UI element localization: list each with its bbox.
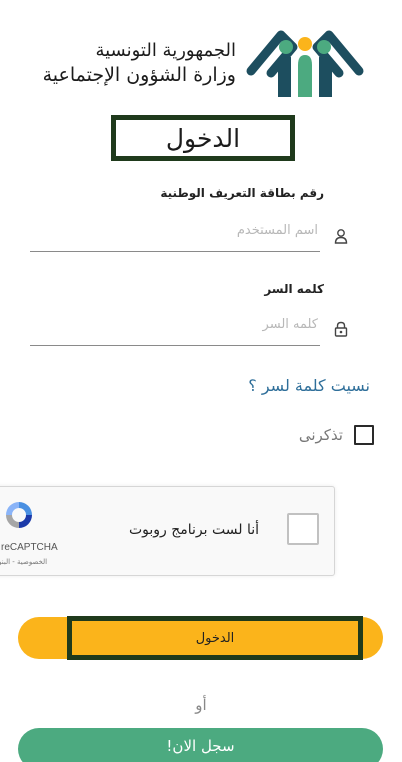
forgot-password-link[interactable]: نسيت كلمة لسر ؟ bbox=[248, 376, 370, 395]
id-card-label: رقم بطاقة التعريف الوطنية bbox=[160, 186, 324, 200]
register-button[interactable]: سجل الان! bbox=[18, 728, 383, 762]
recaptcha-label: أنا لست برنامج روبوت bbox=[128, 522, 259, 538]
recaptcha-checkbox[interactable] bbox=[287, 513, 319, 545]
login-button-label: الدخول bbox=[195, 630, 235, 646]
password-label: كلمه السر bbox=[264, 282, 324, 296]
lock-icon bbox=[334, 321, 348, 337]
username-field-row bbox=[30, 216, 320, 252]
recaptcha-privacy-links[interactable]: الخصوصية - البنود bbox=[0, 558, 47, 566]
recaptcha-brand: reCAPTCHA bbox=[1, 542, 58, 553]
recaptcha-widget: أنا لست برنامج روبوت reCAPTCHA الخصوصية … bbox=[0, 486, 335, 576]
page-title-box: الدخول bbox=[111, 115, 295, 161]
header-republic: الجمهورية التونسية bbox=[95, 40, 236, 61]
username-input[interactable] bbox=[30, 216, 320, 251]
user-icon bbox=[334, 229, 348, 244]
remember-me-label: تذكرنى bbox=[298, 426, 343, 444]
password-input[interactable] bbox=[30, 310, 320, 345]
remember-me-checkbox[interactable] bbox=[354, 425, 374, 445]
recaptcha-icon bbox=[6, 502, 32, 528]
header-ministry: وزارة الشؤون الإجتماعية bbox=[42, 64, 236, 86]
ministry-header: الجمهورية التونسية وزارة الشؤون الإجتماع… bbox=[43, 42, 236, 85]
or-separator: أو bbox=[195, 696, 207, 714]
password-field-row bbox=[30, 310, 320, 346]
ministry-logo-icon bbox=[246, 30, 364, 97]
login-button[interactable]: الدخول bbox=[18, 616, 383, 660]
login-button-highlight: الدخول bbox=[67, 616, 363, 660]
page-title: الدخول bbox=[165, 123, 241, 153]
